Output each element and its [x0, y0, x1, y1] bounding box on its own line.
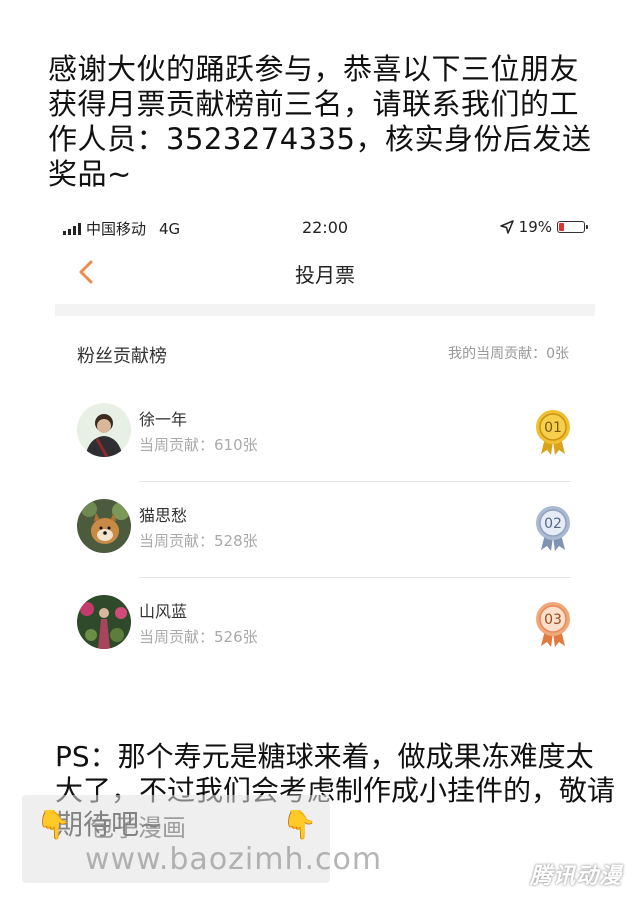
- corner-logo: 腾讯动漫: [529, 864, 622, 889]
- leaderboard-title: 粉丝贡献榜: [77, 346, 167, 367]
- avatar[interactable]: [77, 595, 131, 649]
- silver-medal-icon: 02: [536, 506, 570, 551]
- bronze-medal-icon: 03: [536, 602, 570, 647]
- leaderboard-row[interactable]: 山风蓝 当周贡献：526张 03: [55, 578, 595, 674]
- gold-medal-icon: 01: [536, 410, 570, 455]
- pointing-hand-icon: 👇: [36, 808, 71, 841]
- battery-icon: [557, 221, 588, 233]
- rank-label: 03: [544, 612, 562, 628]
- user-contribution: 当周贡献：528张: [139, 532, 258, 550]
- rank-label: 01: [544, 420, 562, 436]
- page-title: 投月票: [295, 263, 355, 287]
- battery-level: [559, 223, 564, 231]
- avatar[interactable]: [77, 499, 131, 553]
- watermark-title: 包子漫画: [90, 814, 186, 842]
- leaderboard-row[interactable]: 徐一年 当周贡献：610张 01: [55, 386, 595, 482]
- pointing-hand-icon: 👇: [282, 808, 317, 841]
- user-contribution: 当周贡献：526张: [139, 628, 258, 646]
- user-name: 山风蓝: [139, 602, 188, 621]
- user-name: 徐一年: [139, 410, 188, 429]
- leaderboard-row[interactable]: 猫思愁 当周贡献：528张 02: [55, 482, 595, 578]
- user-name: 猫思愁: [139, 506, 188, 525]
- location-arrow-icon: [499, 220, 514, 234]
- leaderboard-header: 粉丝贡献榜 我的当周贡献：0张: [55, 338, 595, 368]
- battery-percent: 19%: [518, 218, 552, 236]
- status-bar: 中国移动 4G 22:00 19%: [55, 215, 595, 241]
- section-divider: [55, 304, 595, 316]
- avatar[interactable]: [77, 403, 131, 457]
- announcement-headline: 感谢大伙的踊跃参与，恭喜以下三位朋友获得月票贡献榜前三名，请联系我们的工作人员：…: [48, 52, 592, 191]
- watermark-url: www.baozimh.com: [85, 842, 383, 877]
- nav-bar: 投月票: [55, 250, 595, 298]
- user-contribution: 当周贡献：610张: [139, 436, 258, 454]
- my-contribution: 我的当周贡献：0张: [448, 346, 569, 362]
- status-right: 19%: [499, 218, 588, 236]
- rank-label: 02: [544, 516, 562, 532]
